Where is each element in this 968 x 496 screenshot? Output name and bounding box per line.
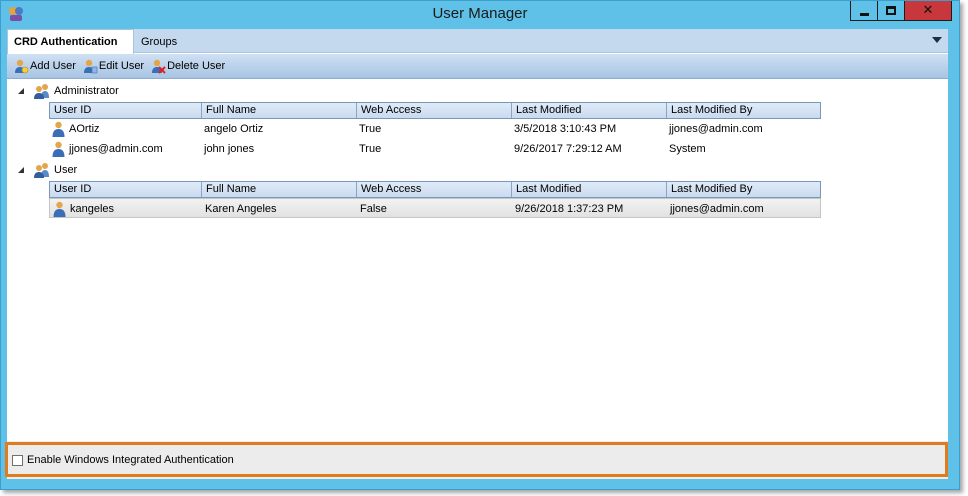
- minimize-button[interactable]: [850, 1, 878, 21]
- window-title: User Manager: [432, 5, 528, 22]
- column-header-last-modified-by[interactable]: Last Modified By: [667, 103, 820, 118]
- table-row[interactable]: kangeles Karen Angeles False 9/26/2018 1…: [49, 198, 821, 218]
- cell-last-modified-by: jjones@admin.com: [669, 123, 763, 135]
- group-label: User: [54, 164, 78, 176]
- user-icon: [52, 141, 65, 157]
- column-header-last-modified[interactable]: Last Modified: [512, 103, 667, 118]
- tab-dropdown-button[interactable]: [930, 33, 944, 47]
- cell-user-id: AOrtiz: [69, 123, 100, 135]
- maximize-button[interactable]: [877, 1, 905, 21]
- grid-header: User ID Full Name Web Access Last Modifi…: [49, 102, 821, 119]
- edit-user-label: Edit User: [98, 60, 145, 72]
- delete-user-label: Delete User: [167, 60, 226, 72]
- delete-user-icon: [152, 59, 166, 74]
- chevron-down-icon: [932, 37, 942, 43]
- user-grid: User ID Full Name Web Access Last Modifi…: [49, 181, 821, 218]
- user-tree: Administrator User ID Full Name Web Acce…: [7, 80, 948, 440]
- group-row-administrator[interactable]: Administrator: [7, 82, 307, 100]
- cell-full-name: Karen Angeles: [205, 203, 277, 215]
- windows-auth-checkbox[interactable]: [12, 454, 23, 466]
- edit-user-button[interactable]: Edit User: [82, 56, 144, 76]
- add-user-button[interactable]: Add User: [13, 56, 76, 76]
- tab-crd-authentication[interactable]: CRD Authentication: [7, 29, 134, 54]
- column-header-last-modified[interactable]: Last Modified: [512, 182, 667, 197]
- grid-header: User ID Full Name Web Access Last Modifi…: [49, 181, 821, 198]
- cell-web-access: True: [359, 143, 382, 155]
- close-icon: ✕: [922, 3, 934, 18]
- windows-auth-label[interactable]: Enable Windows Integrated Authentication: [27, 454, 234, 466]
- cell-full-name: angelo Ortiz: [204, 123, 264, 135]
- delete-user-button[interactable]: Delete User: [150, 56, 225, 76]
- column-header-web-access[interactable]: Web Access: [357, 182, 512, 197]
- cell-web-access: True: [359, 123, 382, 135]
- add-user-icon: [15, 59, 29, 74]
- column-header-full-name[interactable]: Full Name: [202, 182, 357, 197]
- cell-user-id: jjones@admin.com: [69, 143, 163, 155]
- cell-web-access: False: [360, 203, 387, 215]
- client-area: CRD Authentication Groups Add User Edit …: [5, 29, 948, 479]
- add-user-label: Add User: [30, 60, 76, 72]
- group-label: Administrator: [54, 85, 119, 97]
- cell-last-modified: 9/26/2017 7:29:12 AM: [514, 143, 622, 155]
- tab-strip: CRD Authentication Groups: [7, 29, 948, 54]
- column-header-web-access[interactable]: Web Access: [357, 103, 512, 118]
- cell-full-name: john jones: [204, 143, 255, 155]
- administrator-grid: User ID Full Name Web Access Last Modifi…: [49, 102, 821, 159]
- cell-last-modified: 9/26/2018 1:37:23 PM: [515, 203, 624, 215]
- cell-last-modified-by: jjones@admin.com: [670, 203, 764, 215]
- cell-last-modified: 3/5/2018 3:10:43 PM: [514, 123, 617, 135]
- user-icon: [53, 201, 66, 217]
- tab-groups[interactable]: Groups: [135, 31, 183, 53]
- minimize-icon: [859, 12, 869, 16]
- footer-panel: Enable Windows Integrated Authentication: [5, 441, 948, 479]
- table-row[interactable]: jjones@admin.com john jones True 9/26/20…: [49, 139, 821, 159]
- user-group-icon: [34, 84, 49, 99]
- toolbar: Add User Edit User Delete User: [7, 54, 948, 79]
- group-row-user[interactable]: User: [7, 161, 307, 179]
- user-manager-window: User Manager ✕ CRD Authentication Groups: [0, 0, 960, 490]
- edit-user-icon: [83, 59, 98, 74]
- windows-auth-checkbox-row[interactable]: Enable Windows Integrated Authentication: [12, 454, 234, 466]
- close-button[interactable]: ✕: [904, 1, 952, 21]
- column-header-full-name[interactable]: Full Name: [202, 103, 357, 118]
- column-header-last-modified-by[interactable]: Last Modified By: [667, 182, 820, 197]
- column-header-user-id[interactable]: User ID: [50, 103, 202, 118]
- cell-last-modified-by: System: [669, 143, 706, 155]
- user-group-icon: [34, 163, 49, 178]
- maximize-icon: [886, 6, 896, 15]
- expand-triangle-icon[interactable]: [18, 88, 24, 94]
- expand-triangle-icon[interactable]: [18, 167, 24, 173]
- table-row[interactable]: AOrtiz angelo Ortiz True 3/5/2018 3:10:4…: [49, 119, 821, 139]
- cell-user-id: kangeles: [70, 203, 115, 215]
- column-header-user-id[interactable]: User ID: [50, 182, 202, 197]
- user-icon: [52, 121, 65, 137]
- title-bar[interactable]: User Manager ✕: [1, 1, 959, 27]
